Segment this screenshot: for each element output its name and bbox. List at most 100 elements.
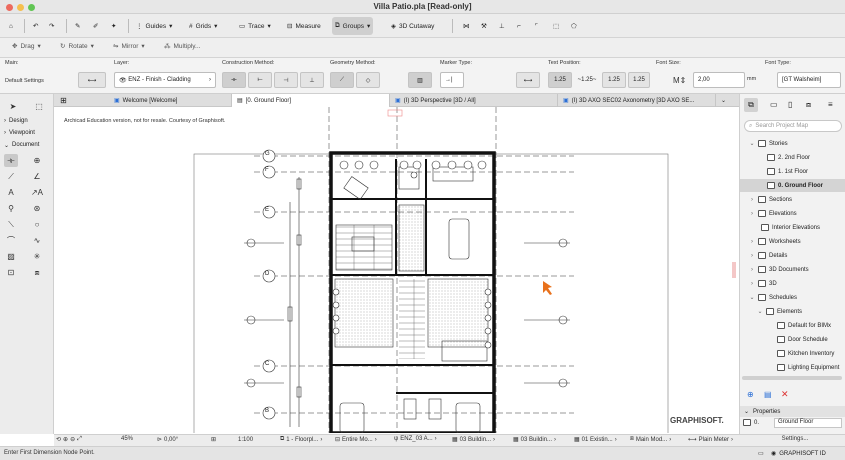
tab-3d-axo[interactable]: ▣ (I) 3D AXO SEC02 Axonometry [3D AXO SE.… <box>558 94 716 107</box>
drag-button[interactable]: ✥ Drag ▾ <box>12 42 41 51</box>
nav-item-sections[interactable]: › Sections <box>740 193 845 206</box>
pen-set[interactable]: ψ ENZ_03 A... › <box>394 436 437 442</box>
change-tool[interactable]: ⊛ <box>30 202 44 215</box>
zoom-controls[interactable]: ⟲ ⊕ ⊖ ⤢ <box>56 436 82 443</box>
magic-wand-button[interactable]: ✦ <box>108 17 119 35</box>
nav-item-ground-floor[interactable]: 0. Ground Floor <box>740 179 845 192</box>
offset-button[interactable]: ⬚ <box>550 17 562 35</box>
label-tool[interactable]: ↗A <box>30 186 44 199</box>
navigator-scrollbar[interactable] <box>742 376 842 380</box>
nav-item-elements[interactable]: ⌄ Elements <box>740 305 845 318</box>
layer-combination[interactable]: ⧉ 1 - Floorpl... › <box>280 436 322 443</box>
nav-item-schedules[interactable]: ⌄ Schedules <box>740 291 845 304</box>
model-view-options[interactable]: ⊟ Entire Mo... › <box>335 436 377 444</box>
font-type-select[interactable]: [GT Walsheim] <box>777 72 841 88</box>
add-view-button[interactable]: ⊕ <box>747 390 754 399</box>
nav-item-worksheets[interactable]: › Worksheets <box>740 235 845 248</box>
radial-dimension-tool[interactable]: ⟋ <box>4 170 18 183</box>
tab-welcome[interactable]: ▣ Welcome [Welcome] <box>109 94 232 107</box>
nav-item-3d-documents[interactable]: › 3D Documents <box>740 263 845 276</box>
rotate-button[interactable]: ↻ Rotate ▾ <box>60 42 94 51</box>
fillet-button[interactable]: ⌜ <box>532 17 541 35</box>
nav-item-1st-floor[interactable]: 1. 1st Floor <box>740 165 845 178</box>
angle-dimension-tool[interactable]: ∠ <box>30 170 44 183</box>
tab-menu-button[interactable]: ⌄ <box>716 94 739 107</box>
hotspot-tool[interactable]: ✳ <box>30 250 44 263</box>
construction-method-3[interactable]: ⊣ <box>274 72 298 88</box>
split-button[interactable]: ⋈ <box>460 17 473 35</box>
construction-method-1[interactable]: ⟛ <box>222 72 246 88</box>
trim-button[interactable]: ⌐ <box>514 17 524 35</box>
toolbox-document-section[interactable]: ⌄ Document <box>0 140 54 150</box>
nav-item-interior-elevations[interactable]: Interior Elevations <box>740 221 845 234</box>
intersect-button[interactable]: ⊥ <box>496 17 508 35</box>
nav-item-kitchen-inventory[interactable]: Kitchen Inventory <box>740 347 845 360</box>
grids-button[interactable]: # Grids ▾ <box>186 17 220 35</box>
view-map-button[interactable]: ▭ <box>770 100 778 109</box>
angle-value[interactable]: ⊳ 0,00° <box>157 436 178 444</box>
construction-method-4[interactable]: ⊥ <box>300 72 324 88</box>
text-position-b[interactable]: ~1.25~ <box>574 72 600 88</box>
nav-item-lighting-equipment[interactable]: Lighting Equipment <box>740 361 845 374</box>
tab-3d-perspective[interactable]: ▣ (I) 3D Perspective [3D / All] <box>390 94 558 107</box>
nav-item-default-for-bimx[interactable]: Default for BIMx <box>740 319 845 332</box>
geometry-method-2[interactable]: ◇ <box>356 72 380 88</box>
scale-value[interactable]: ⊞ 1:100 <box>211 436 253 444</box>
toolbox-design-section[interactable]: › Design <box>0 116 54 126</box>
fill-tool[interactable]: ▨ <box>4 250 18 263</box>
zoom-value[interactable]: 45% <box>121 436 133 442</box>
marquee-tool[interactable]: ⬚ <box>32 100 46 113</box>
marker-option[interactable]: ⟷ <box>516 72 540 88</box>
spline-tool[interactable]: ∿ <box>30 234 44 247</box>
settings-button[interactable]: Settings... <box>755 436 835 442</box>
inject-button[interactable]: ✐ <box>90 17 101 35</box>
circle-tool[interactable]: ○ <box>30 218 44 231</box>
nav-item-2nd-floor[interactable]: 2. 2nd Floor <box>740 151 845 164</box>
font-size-input[interactable]: 2,00 <box>693 72 745 88</box>
project-map-button[interactable]: ⧉ <box>744 98 758 112</box>
dimension-standard[interactable]: ⟷ Plain Meter › <box>688 436 733 444</box>
structural-display[interactable]: ⧈ Main Mod... › <box>630 436 671 443</box>
properties-header[interactable]: ⌄ Properties <box>740 406 845 417</box>
delete-button[interactable]: ✕ <box>781 389 789 400</box>
renovation-filter[interactable]: ▦ 01 Existin... › <box>574 436 617 444</box>
3d-cutaway-button[interactable]: ◈ 3D Cutaway <box>388 17 437 35</box>
graphisoft-id-button[interactable]: ◉ GRAPHISOFT ID <box>771 450 826 458</box>
main-settings-value[interactable]: Default Settings <box>5 78 44 84</box>
trace-button[interactable]: ▭ Trace ▾ <box>236 17 274 35</box>
layer-select[interactable]: 👁 ENZ - Finish - Cladding › <box>114 72 216 88</box>
groups-button[interactable]: ⧉ Groups ▾ <box>332 17 374 35</box>
text-position-c[interactable]: 1.25 <box>602 72 626 88</box>
favorites-button[interactable]: ⟷ <box>78 72 106 88</box>
level-dimension-tool[interactable]: ⊕ <box>30 154 44 167</box>
property-name-field[interactable]: Ground Floor <box>774 418 842 428</box>
figure-tool[interactable]: ⊡ <box>4 266 18 279</box>
navigator-menu-button[interactable]: ≡ <box>828 100 833 109</box>
construction-method-2[interactable]: ⟝ <box>248 72 272 88</box>
marker-tool[interactable]: ⚲ <box>4 202 18 215</box>
pick-up-button[interactable]: ✎ <box>72 17 83 35</box>
marker-type-select[interactable]: →| <box>440 72 464 88</box>
guides-button[interactable]: ⋮ Guides ▾ <box>133 17 175 35</box>
text-tool[interactable]: A <box>4 186 18 199</box>
publisher-button[interactable]: ⧈ <box>806 100 811 110</box>
floor-plan-canvas[interactable]: Archicad Education version, not for resa… <box>54 107 739 433</box>
home-button[interactable]: ⌂ <box>6 17 16 35</box>
layout-book-button[interactable]: ▯ <box>788 100 792 109</box>
explode-button[interactable]: ⬠ <box>568 17 580 35</box>
nav-item-elevations[interactable]: › Elevations <box>740 207 845 220</box>
nav-item-details[interactable]: › Details <box>740 249 845 262</box>
geometry-option[interactable]: ▥ <box>408 72 432 88</box>
geometry-method-1[interactable]: ⟋ <box>330 72 354 88</box>
text-position-d[interactable]: 1.25 <box>628 72 650 88</box>
adjust-button[interactable]: ⚒ <box>478 17 490 35</box>
toolbox-viewpoint-section[interactable]: › Viewpoint <box>0 128 54 138</box>
nav-item-stories[interactable]: ⌄ Stories <box>740 137 845 150</box>
text-position-a[interactable]: 1.25 <box>548 72 572 88</box>
graphic-override-1[interactable]: ▦ 03 Buildin... › <box>452 436 495 444</box>
tab-ground-floor[interactable]: ▤ [0. Ground Floor] <box>232 94 390 107</box>
measure-button[interactable]: ⊟ Measure <box>284 17 324 35</box>
polyline-tool[interactable]: ⌒ <box>4 234 18 247</box>
window-icon[interactable]: ▭ <box>758 450 764 457</box>
drawing-tool[interactable]: ⧈ <box>30 266 44 279</box>
